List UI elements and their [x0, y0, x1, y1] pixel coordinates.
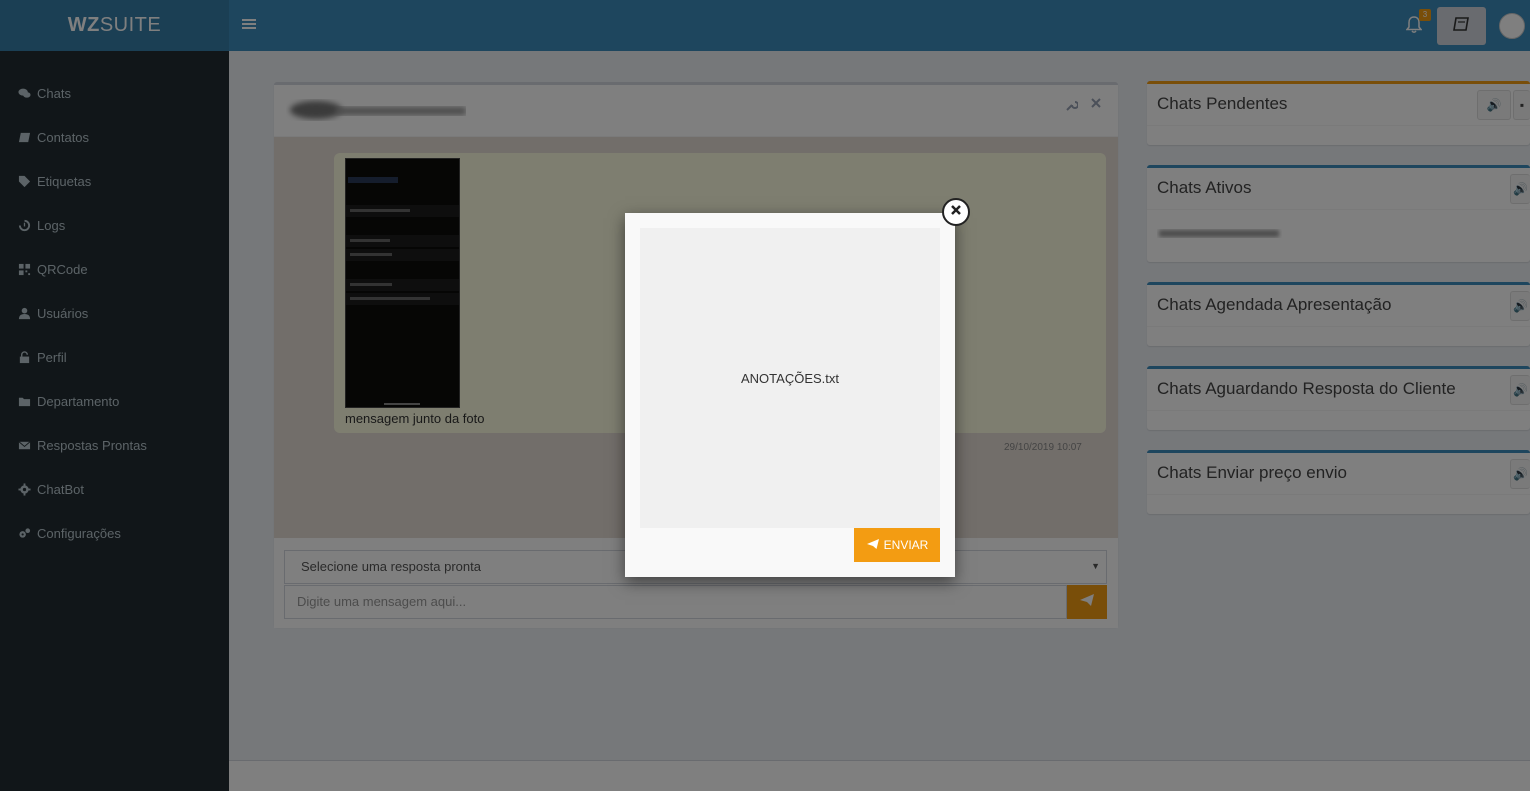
file-upload-modal: ANOTAÇÕES.txt ENVIAR	[625, 213, 955, 577]
paper-plane-icon	[866, 538, 880, 553]
send-file-button[interactable]: ENVIAR	[854, 528, 940, 562]
send-file-label: ENVIAR	[883, 538, 929, 552]
file-name: ANOTAÇÕES.txt	[741, 370, 839, 386]
close-icon	[950, 203, 962, 221]
modal-close-button[interactable]	[942, 198, 970, 226]
file-preview: ANOTAÇÕES.txt	[640, 228, 940, 528]
